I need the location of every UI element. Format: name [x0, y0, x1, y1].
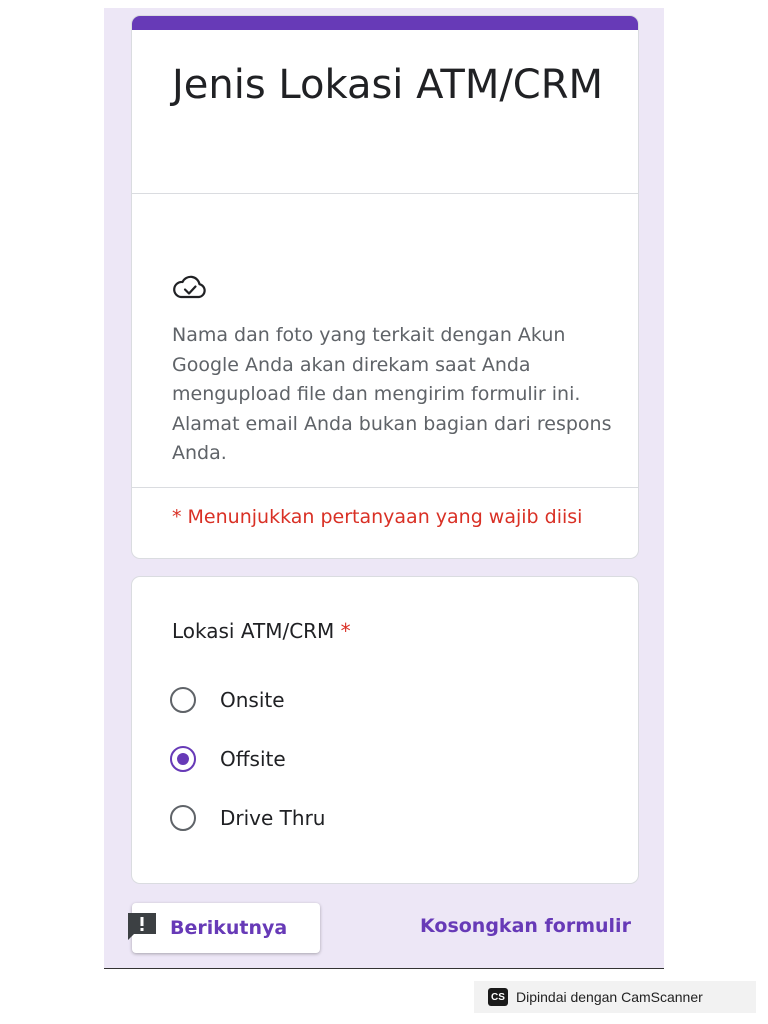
radio-onsite[interactable]: [170, 687, 196, 713]
notice-divider: [132, 487, 638, 488]
next-button[interactable]: Berikutnya: [132, 903, 320, 953]
accent-bar: [132, 16, 638, 30]
privacy-notice: Nama dan foto yang terkait dengan Akun G…: [172, 324, 612, 464]
form-title: Jenis Lokasi ATM/CRM: [172, 62, 604, 108]
radio-drive-thru[interactable]: [170, 805, 196, 831]
cloud-check-icon: [173, 275, 206, 299]
option-offsite[interactable]: Offsite: [170, 741, 286, 777]
question-label: Lokasi ATM/CRM: [172, 619, 335, 643]
required-asterisk: *: [340, 619, 351, 643]
report-feedback-icon[interactable]: [125, 910, 159, 944]
bottom-divider: [104, 968, 664, 969]
watermark-text: Dipindai dengan CamScanner: [516, 989, 703, 1005]
camscanner-watermark: CS Dipindai dengan CamScanner: [474, 981, 756, 1013]
header-divider: [132, 193, 638, 194]
option-onsite[interactable]: Onsite: [170, 682, 285, 718]
option-drive-thru[interactable]: Drive Thru: [170, 800, 325, 836]
clear-form-button[interactable]: Kosongkan formulir: [420, 915, 631, 937]
next-button-label: Berikutnya: [170, 917, 288, 939]
required-note: * Menunjukkan pertanyaan yang wajib diis…: [172, 506, 583, 528]
option-label: Drive Thru: [220, 806, 326, 830]
radio-offsite[interactable]: [170, 746, 196, 772]
question-card: Lokasi ATM/CRM * Onsite Offsite Drive Th…: [132, 577, 638, 883]
camscanner-logo: CS: [488, 988, 508, 1006]
option-label: Onsite: [220, 688, 285, 712]
question-title: Lokasi ATM/CRM *: [172, 619, 351, 643]
form-header-card: Jenis Lokasi ATM/CRM Nama dan foto yang …: [132, 16, 638, 558]
option-label: Offsite: [220, 747, 286, 771]
